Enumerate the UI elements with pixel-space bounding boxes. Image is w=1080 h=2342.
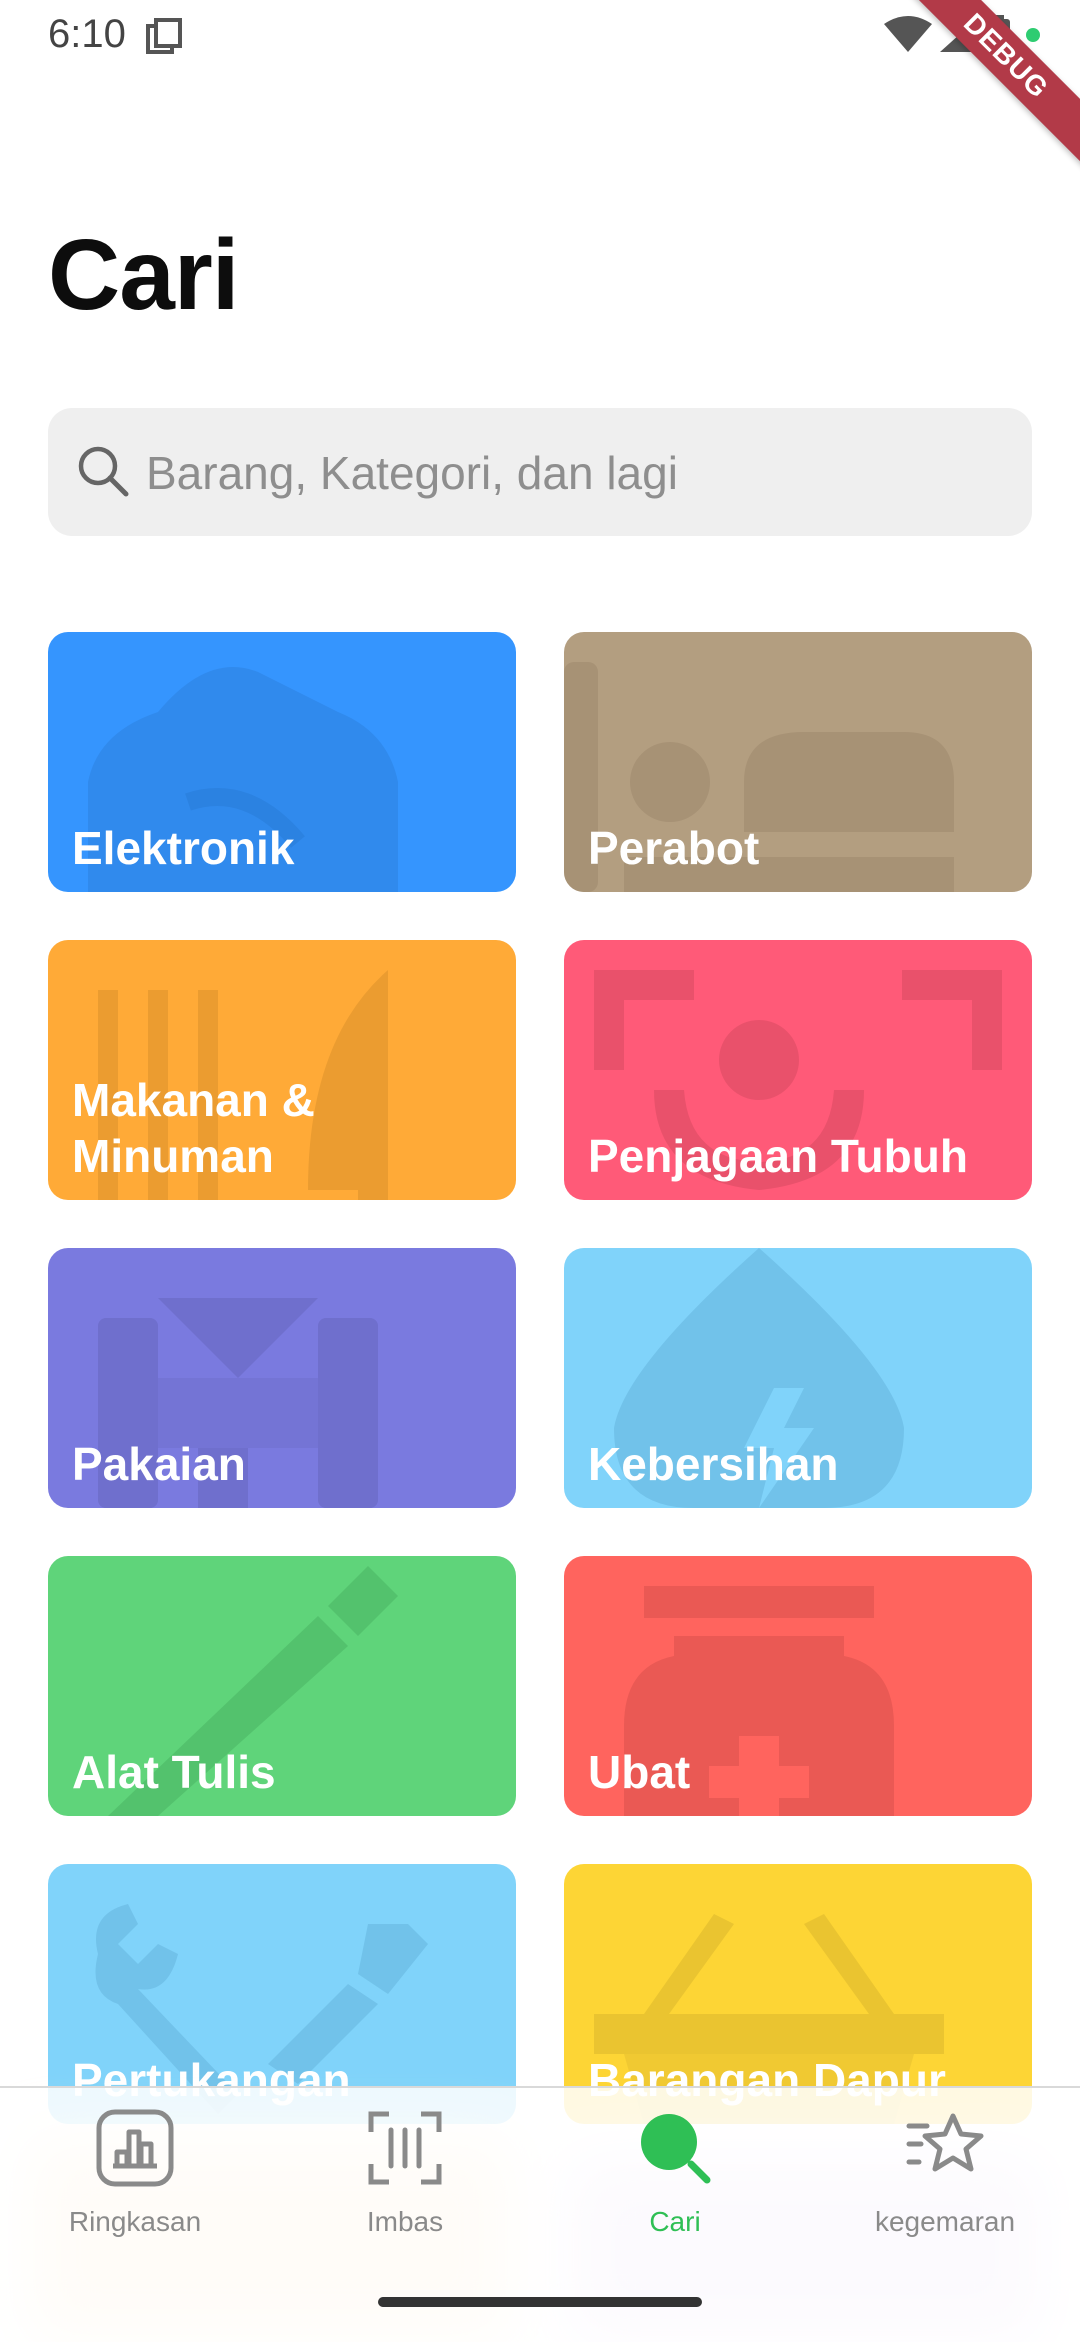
- category-card-ubat[interactable]: Ubat: [564, 1556, 1032, 1816]
- search-icon: [641, 2114, 711, 2184]
- privacy-indicator-dot: [1026, 28, 1040, 42]
- category-card-perabot[interactable]: Perabot: [564, 632, 1032, 892]
- category-label: Elektronik: [72, 822, 295, 874]
- category-card-pakaian[interactable]: Pakaian: [48, 1248, 516, 1508]
- category-label: Perabot: [588, 822, 760, 874]
- category-card-pertukangan[interactable]: Pertukangan: [48, 1864, 516, 2124]
- category-label: Kebersihan: [588, 1438, 839, 1490]
- category-card-penjagaan-tubuh[interactable]: Penjagaan Tubuh: [564, 940, 1032, 1200]
- status-time: 6:10: [48, 12, 126, 56]
- status-bar: 6:10 DEBUG: [0, 0, 1080, 185]
- nav-item-ringkasan[interactable]: Ringkasan: [0, 2108, 270, 2258]
- search-input[interactable]: [144, 408, 1008, 538]
- category-label: Alat Tulis: [72, 1746, 276, 1798]
- category-card-barangan-dapur[interactable]: Barangan Dapur: [564, 1864, 1032, 2124]
- category-label: Pakaian: [72, 1438, 246, 1490]
- nav-label: Cari: [649, 2206, 701, 2237]
- category-label: Ubat: [588, 1746, 691, 1798]
- nav-item-cari[interactable]: Cari: [540, 2108, 810, 2258]
- page-title: Cari: [48, 219, 240, 331]
- category-card-makanan-minuman[interactable]: Makanan & Minuman: [48, 940, 516, 1200]
- favorite-list-icon: [906, 2113, 984, 2172]
- category-label: Penjagaan Tubuh: [588, 1130, 968, 1182]
- wifi-icon: [884, 16, 932, 52]
- barcode-scan-icon: [368, 2111, 442, 2185]
- chart-icon: [96, 2109, 174, 2187]
- nav-label: kegemaran: [874, 2206, 1016, 2237]
- category-card-alat-tulis[interactable]: Alat Tulis: [48, 1556, 516, 1816]
- nav-item-kegemaran[interactable]: kegemaran: [810, 2108, 1080, 2258]
- screen-copy-icon: [146, 18, 182, 54]
- nav-label: Imbas: [366, 2206, 444, 2237]
- category-label: Makanan & Minuman: [72, 1074, 315, 1182]
- nav-item-imbas[interactable]: Imbas: [270, 2108, 540, 2258]
- home-indicator[interactable]: [378, 2297, 702, 2307]
- nav-label: Ringkasan: [68, 2206, 202, 2237]
- search-bar[interactable]: [48, 408, 1032, 538]
- search-icon: [78, 446, 129, 497]
- category-card-elektronik[interactable]: Elektronik: [48, 632, 516, 892]
- category-card-kebersihan[interactable]: Kebersihan: [564, 1248, 1032, 1508]
